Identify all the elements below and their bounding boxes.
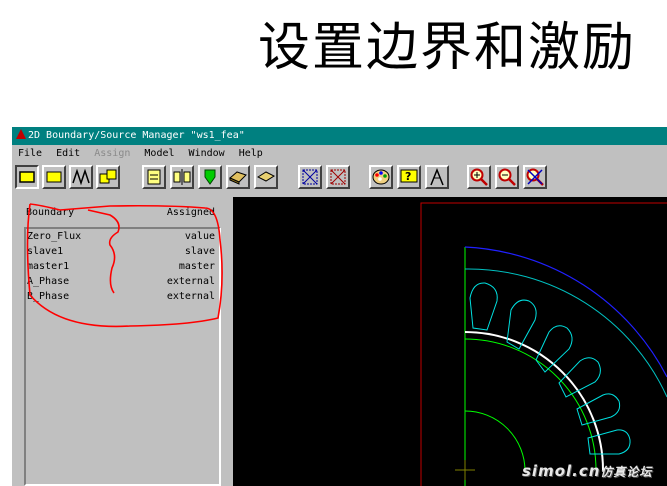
zoom-out-icon <box>498 168 516 186</box>
assigned-type: master <box>178 261 215 272</box>
assign-value-button[interactable] <box>142 165 166 189</box>
color-palette-button[interactable] <box>369 165 393 189</box>
stator-yoke-arc <box>464 268 667 398</box>
menu-edit[interactable]: Edit <box>56 146 80 162</box>
window-titlebar[interactable]: 2D Boundary/Source Manager "ws1_fea" <box>12 127 667 145</box>
boundary-list-header: Boundary Assigned <box>24 207 215 221</box>
boundary-name: A_Phase <box>27 276 70 287</box>
help-query-icon: ? <box>400 169 418 183</box>
column-header-boundary[interactable]: Boundary <box>26 207 74 218</box>
list-item[interactable]: master1 master <box>26 259 219 274</box>
region-select-icon <box>99 169 117 184</box>
line-select-button[interactable] <box>69 165 93 189</box>
boundary-select-button[interactable] <box>15 165 39 189</box>
window-title: 2D Boundary/Source Manager "ws1_fea" <box>28 130 245 141</box>
assigned-type: external <box>166 291 215 302</box>
zoom-out-box-button[interactable] <box>326 165 350 189</box>
boundary-list[interactable]: Zero_Flux value slave1 slave master1 master… <box>24 227 221 486</box>
menu-file[interactable]: File <box>18 146 42 162</box>
toolbar: ? <box>12 165 667 191</box>
menubar: File Edit Assign Model Window Help <box>12 146 667 162</box>
fit-all-icon <box>526 168 544 186</box>
zoom-in-icon <box>470 168 488 186</box>
menu-help[interactable]: Help <box>239 146 263 162</box>
motor-geometry-drawing <box>420 202 667 486</box>
split-view-icon <box>173 169 191 185</box>
region-select-button[interactable] <box>96 165 120 189</box>
measure-icon <box>430 167 444 186</box>
fit-box-button[interactable] <box>298 165 322 189</box>
line-select-icon <box>72 168 90 186</box>
menu-assign: Assign <box>94 148 131 159</box>
rotor-inner-arc <box>464 410 526 472</box>
boundary-source-manager-window: 2D Boundary/Source Manager "ws1_fea" Fil… <box>12 127 667 486</box>
assigned-type: external <box>166 276 215 287</box>
list-item[interactable]: B_Phase external <box>26 289 219 304</box>
zoom-in-button[interactable] <box>467 165 491 189</box>
color-palette-icon <box>372 169 390 185</box>
zoom-out-box-icon <box>330 169 346 185</box>
boundary-name: B_Phase <box>27 291 70 302</box>
object-tool-icon <box>229 171 247 185</box>
split-view-button[interactable] <box>170 165 194 189</box>
list-item[interactable]: Zero_Flux value <box>26 229 219 244</box>
boundary-name: Zero_Flux <box>27 231 82 242</box>
model-canvas[interactable] <box>233 197 667 486</box>
fit-box-icon <box>302 169 318 185</box>
assigned-type: slave <box>184 246 215 257</box>
rotor-outer-arc <box>464 338 597 471</box>
marker-icon <box>204 169 216 185</box>
boundary-panel: Boundary Assigned Zero_Flux value slave1 s… <box>24 197 221 486</box>
source-select-button[interactable] <box>42 165 66 189</box>
zoom-out-button[interactable] <box>495 165 519 189</box>
boundary-name: master1 <box>27 261 70 272</box>
source-select-icon <box>46 171 62 183</box>
stator-outer-arc <box>464 246 667 378</box>
fit-all-button[interactable] <box>523 165 547 189</box>
help-query-button[interactable]: ? <box>397 165 421 189</box>
edge-tool-button[interactable] <box>254 165 278 189</box>
app-logo-icon <box>16 129 26 139</box>
measure-tool-button[interactable] <box>425 165 449 189</box>
svg-text:?: ? <box>405 170 411 183</box>
marker-tool-button[interactable] <box>198 165 222 189</box>
assigned-type: value <box>184 231 215 242</box>
edge-tool-icon <box>256 171 276 182</box>
air-gap-arc <box>464 331 604 471</box>
watermark-logo: simol.cn仿真论坛 <box>522 462 653 480</box>
boundary-name: slave1 <box>27 246 64 257</box>
slide-title: 设置边界和激励 <box>258 18 637 78</box>
menu-model[interactable]: Model <box>144 146 174 162</box>
object-tool-button[interactable] <box>226 165 250 189</box>
boundary-select-icon <box>19 171 35 183</box>
stator-slots <box>469 282 631 455</box>
column-header-assigned[interactable]: Assigned <box>167 207 215 218</box>
menu-window[interactable]: Window <box>189 146 225 162</box>
list-item[interactable]: slave1 slave <box>26 244 219 259</box>
origin-marker <box>455 460 475 480</box>
assign-value-icon <box>147 169 161 185</box>
list-item[interactable]: A_Phase external <box>26 274 219 289</box>
